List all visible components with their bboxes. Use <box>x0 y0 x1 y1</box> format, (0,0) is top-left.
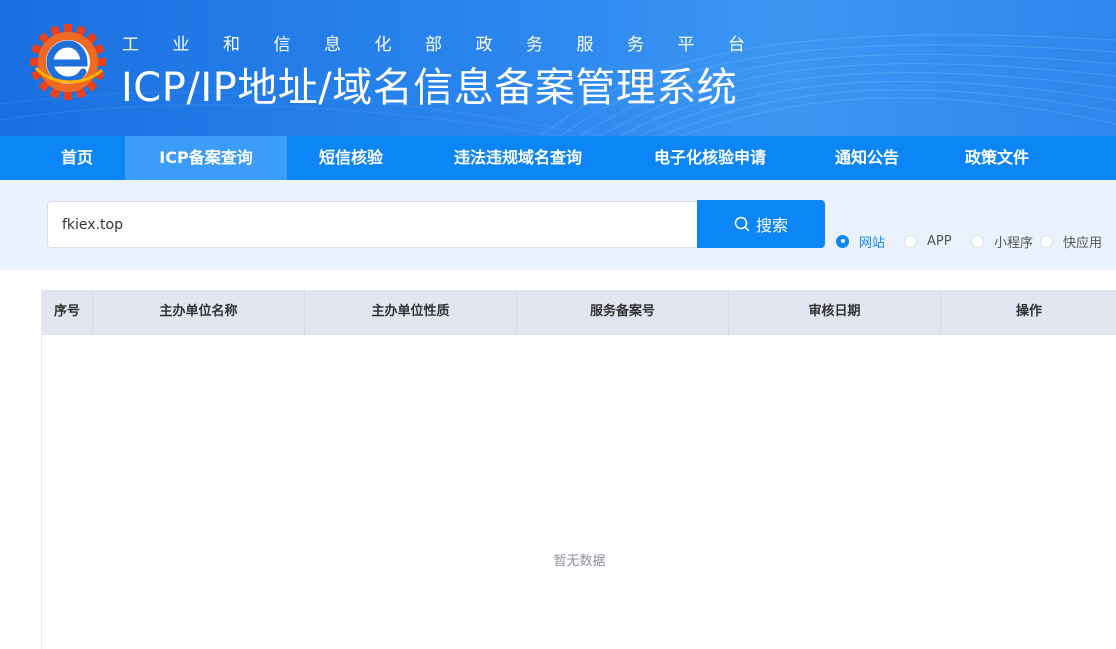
radio-type-quick-app[interactable]: 快应用 <box>1040 232 1103 251</box>
radio-dot <box>1040 234 1053 248</box>
search-input[interactable] <box>47 201 697 248</box>
column-header-review-date: 审核日期 <box>729 290 941 334</box>
radio-dot <box>904 234 917 248</box>
main-nav: 首页 ICP备案查询 短信核验 违法违规域名查询 电子化核验申请 通知公告 政策… <box>0 136 1116 180</box>
column-header-org-type: 主办单位性质 <box>305 290 517 334</box>
platform-subtitle: 工业和信息化部政务服务平台 <box>122 35 779 55</box>
results-table: 序号 主办单位名称 主办单位性质 服务备案号 审核日期 操作 暂无数据 <box>41 290 1116 649</box>
radio-dot <box>971 234 984 248</box>
empty-state-text: 暂无数据 <box>553 554 606 569</box>
table-header: 序号 主办单位名称 主办单位性质 服务备案号 审核日期 操作 <box>42 290 1116 335</box>
radio-dot <box>836 234 849 248</box>
nav-item-policy-docs[interactable]: 政策文件 <box>950 136 1044 180</box>
gear-e-logo-icon <box>30 24 106 100</box>
radio-label: APP <box>927 233 952 249</box>
column-header-license-no: 服务备案号 <box>517 290 729 334</box>
radio-label: 小程序 <box>994 235 1034 251</box>
nav-item-icp-query[interactable]: ICP备案查询 <box>125 136 287 180</box>
radio-label: 快应用 <box>1063 235 1103 251</box>
header-banner: 工业和信息化部政务服务平台 ICP/IP地址/域名信息备案管理系统 <box>0 0 1116 136</box>
nav-item-notices[interactable]: 通知公告 <box>820 136 914 180</box>
radio-type-app[interactable]: APP <box>904 232 952 250</box>
search-button[interactable]: 搜索 <box>697 200 825 248</box>
nav-item-home[interactable]: 首页 <box>46 136 108 180</box>
radio-type-website[interactable]: 网站 <box>836 232 886 251</box>
nav-item-sms-verify[interactable]: 短信核验 <box>304 136 398 180</box>
radio-type-mini-program[interactable]: 小程序 <box>971 232 1034 251</box>
search-button-label: 搜索 <box>755 216 788 235</box>
nav-item-e-verify-apply[interactable]: 电子化核验申请 <box>634 136 786 180</box>
system-title: ICP/IP地址/域名信息备案管理系统 <box>121 65 738 111</box>
column-header-actions: 操作 <box>1015 304 1042 319</box>
column-header-org-name: 主办单位名称 <box>93 290 305 334</box>
nav-item-illegal-domain-query[interactable]: 违法违规域名查询 <box>432 136 604 180</box>
column-header-index: 序号 <box>42 290 93 334</box>
search-icon <box>734 216 750 232</box>
radio-label: 网站 <box>859 235 886 251</box>
